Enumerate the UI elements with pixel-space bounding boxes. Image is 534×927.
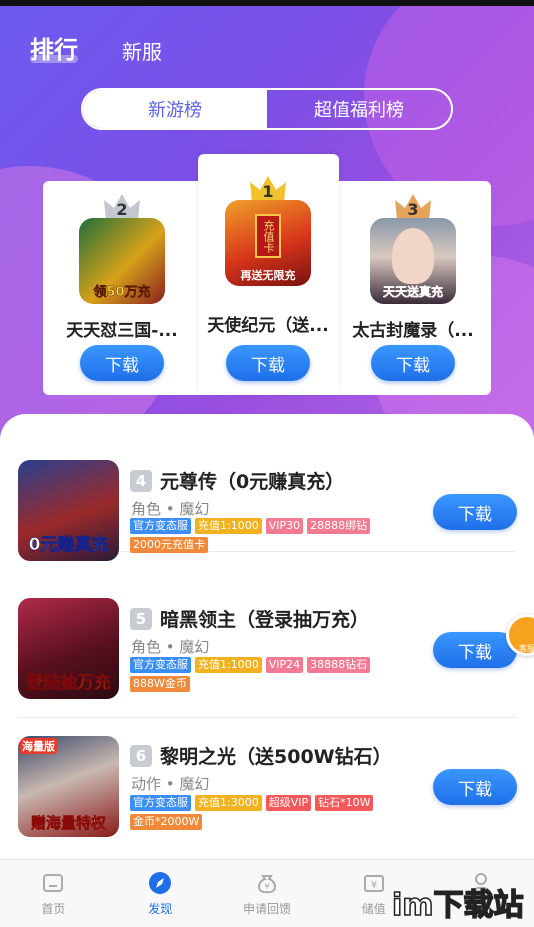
game-list: 0元赚真充 4 元尊传（0元赚真充） 角色 • 魔幻 官方变态服 充值1:100…	[0, 414, 534, 859]
download-button[interactable]: 下载	[80, 345, 164, 381]
tag: 充值1:1000	[195, 518, 262, 534]
tag: 888W金币	[130, 676, 190, 692]
tag: 钻石*10W	[315, 795, 374, 811]
rank-badge: 5	[130, 607, 152, 630]
game-icon-liming: 海量版 赠海量特权	[18, 736, 119, 837]
game-name: 元尊传（0元赚真充）	[160, 471, 345, 493]
tag-list: 官方变态服 充值1:1000 VIP24 38888钻石 888W金币	[130, 657, 420, 692]
money-bag-icon: ¥	[258, 875, 276, 894]
tag: 超级VIP	[265, 795, 312, 811]
segment-value-benefits[interactable]: 超值福利榜	[267, 90, 451, 128]
download-button[interactable]: 下载	[433, 494, 517, 530]
tab-new-server[interactable]: 新服	[122, 36, 162, 65]
game-icon-tianshijiyuan: 充值卡 再送无限充	[225, 200, 311, 286]
tab-home[interactable]: 首页	[0, 860, 107, 927]
tag: 28888绑钻	[307, 518, 371, 534]
segment-new-games[interactable]: 新游榜	[83, 90, 267, 128]
game-name: 黎明之光（送500W钻石）	[160, 746, 392, 768]
rank-badge: 4	[130, 469, 152, 492]
game-icon-yuanzunzhuan: 0元赚真充	[18, 460, 119, 561]
podium-card-2[interactable]: 2 领50万充 天天怼三国-... 下载	[47, 192, 197, 392]
tag: 充值1:1000	[195, 657, 262, 673]
podium-card-3[interactable]: 3 天天送真充 太古封魔录（... 下载	[338, 192, 488, 392]
tag: 官方变态服	[130, 518, 191, 534]
tag: 官方变态服	[130, 657, 191, 673]
download-button[interactable]: 下载	[226, 345, 310, 381]
game-genre: 角色 • 魔幻	[131, 638, 210, 656]
tag: VIP30	[265, 518, 304, 534]
tag: 充值1:3000	[195, 795, 262, 811]
tag-list: 官方变态服 充值1:3000 超级VIP 钻石*10W 金币*2000W	[130, 795, 420, 830]
list-item[interactable]: 登陆抽万充 5 暗黑领主（登录抽万充） 角色 • 魔幻 官方变态服 充值1:10…	[18, 580, 517, 718]
download-button[interactable]: 下载	[433, 632, 517, 668]
tab-ranking[interactable]: 排行	[30, 30, 78, 65]
home-icon	[43, 874, 64, 892]
game-name: 太古封魔录（...	[352, 321, 474, 341]
game-icon-taigufengmolu: 天天送真充	[370, 218, 456, 304]
game-name: 天使纪元（送...	[207, 316, 329, 336]
list-item[interactable]: 海量版 赠海量特权 6 黎明之光（送500W钻石） 动作 • 魔幻 官方变态服 …	[18, 718, 517, 859]
game-name: 天天怼三国-...	[66, 321, 178, 341]
game-genre: 动作 • 魔幻	[131, 775, 210, 793]
podium-card-1[interactable]: 1 充值卡 再送无限充 天使纪元（送... 下载	[193, 166, 343, 386]
tag-list: 官方变态服 充值1:1000 VIP30 28888绑钻 2000元充值卡	[130, 518, 420, 553]
tag: 38888钻石	[307, 657, 371, 673]
svg-text:¥: ¥	[371, 880, 377, 891]
list-item[interactable]: 0元赚真充 4 元尊传（0元赚真充） 角色 • 魔幻 官方变态服 充值1:100…	[18, 414, 517, 561]
download-button[interactable]: 下载	[371, 345, 455, 381]
yuan-card-icon: ¥	[363, 875, 384, 892]
tag: 官方变态服	[130, 795, 191, 811]
tab-discover[interactable]: 发现	[107, 860, 214, 927]
top-tabs: 排行 新服	[30, 30, 162, 65]
game-icon-tiantiandui: 领50万充	[79, 218, 165, 304]
tag: VIP24	[265, 657, 304, 673]
game-genre: 角色 • 魔幻	[131, 500, 210, 518]
download-button[interactable]: 下载	[433, 769, 517, 805]
ranking-segment-control: 新游榜 超值福利榜	[81, 88, 453, 130]
tag: 2000元充值卡	[130, 537, 208, 553]
rank-badge: 6	[130, 744, 152, 767]
game-icon-anheilingzhu: 登陆抽万充	[18, 598, 119, 699]
svg-text:¥: ¥	[264, 882, 269, 891]
tag: 金币*2000W	[130, 814, 203, 830]
tab-feedback[interactable]: ¥ 申请回馈	[214, 860, 321, 927]
customer-service-label: 客服	[519, 644, 534, 653]
compass-icon	[149, 872, 172, 894]
game-name: 暗黑领主（登录抽万充）	[160, 609, 370, 631]
watermark-logo: im下载站	[392, 887, 524, 924]
